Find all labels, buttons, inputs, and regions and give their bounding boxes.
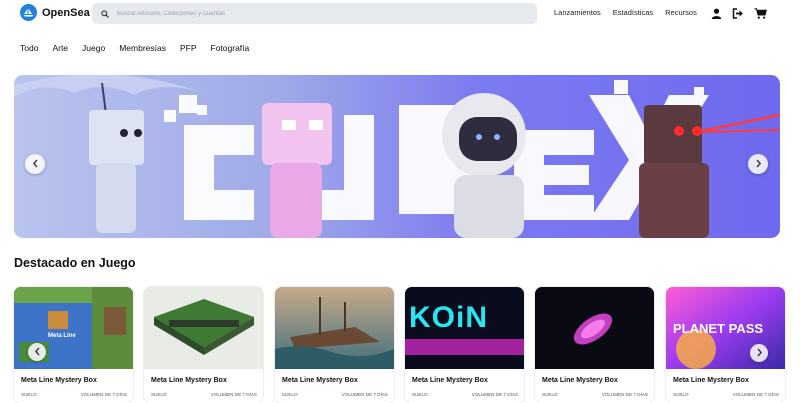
featured-cards: Meta Line Meta Line Mystery Box SUELO VO… xyxy=(14,287,800,403)
chevron-left-icon xyxy=(34,343,41,361)
tab-todo[interactable]: Todo xyxy=(20,43,38,53)
chevron-left-icon xyxy=(32,155,39,173)
card-floor-label: SUELO xyxy=(412,392,428,397)
search-icon xyxy=(101,5,109,23)
tab-pfp[interactable]: PFP xyxy=(180,43,197,53)
nav-links: Lanzamientos Estadísticas Recursos xyxy=(554,8,697,17)
card-title: Meta Line Mystery Box xyxy=(282,377,358,384)
hero-prev-button[interactable] xyxy=(25,154,45,174)
card-volume-label: VOLUMEN DE 7 DÍAS xyxy=(601,392,648,397)
chevron-right-icon xyxy=(755,155,762,173)
card-floor-label: SUELO xyxy=(21,392,37,397)
nav-icons xyxy=(711,6,767,24)
card-floor-label: SUELO xyxy=(151,392,167,397)
card-volume-label: VOLUMEN DE 7 DÍAS xyxy=(210,392,257,397)
card-title: Meta Line Mystery Box xyxy=(21,377,97,384)
nav-link-recursos[interactable]: Recursos xyxy=(665,8,697,17)
card-art-text: KOiN xyxy=(409,301,488,334)
tab-juego[interactable]: Juego xyxy=(82,43,105,53)
opensea-logo[interactable]: OpenSea xyxy=(20,4,90,21)
tab-arte[interactable]: Arte xyxy=(52,43,68,53)
logout-icon[interactable] xyxy=(732,6,744,24)
card-floor-label: SUELO xyxy=(282,392,298,397)
card-volume-label: VOLUMEN DE 7 DÍAS xyxy=(471,392,518,397)
card-image xyxy=(535,287,654,369)
collection-card[interactable]: Meta Line Mystery Box SUELO VOLUMEN DE 7… xyxy=(144,287,263,403)
cards-prev-button[interactable] xyxy=(28,343,46,361)
section-title: Destacado en Juego xyxy=(14,256,136,270)
hero-artwork xyxy=(14,75,780,238)
category-tabs: Todo Arte Juego Membresías PFP Fotografí… xyxy=(20,43,249,53)
hero-next-button[interactable] xyxy=(748,154,768,174)
cards-next-button[interactable] xyxy=(750,344,768,362)
card-floor-label: SUELO xyxy=(542,392,558,397)
top-navbar: OpenSea Lanzamientos Estadísticas Recurs… xyxy=(0,0,800,28)
cart-icon[interactable] xyxy=(754,6,767,24)
collection-card[interactable]: Meta Line Mystery Box SUELO VOLUMEN DE 7… xyxy=(275,287,394,403)
search-bar[interactable] xyxy=(92,3,537,24)
card-image xyxy=(144,287,263,369)
card-art-text: PLANET PASS xyxy=(673,321,764,336)
card-title: Meta Line Mystery Box xyxy=(151,377,227,384)
card-floor-label: SUELO xyxy=(673,392,689,397)
nav-link-lanzamientos[interactable]: Lanzamientos xyxy=(554,8,601,17)
card-volume-label: VOLUMEN DE 7 DÍAS xyxy=(732,392,779,397)
card-image xyxy=(275,287,394,369)
chevron-right-icon xyxy=(756,344,763,362)
logo-text: OpenSea xyxy=(42,6,90,19)
card-art-text: Meta Line xyxy=(48,333,76,339)
collection-card[interactable]: Meta Line Meta Line Mystery Box SUELO VO… xyxy=(14,287,133,403)
collection-card[interactable]: Meta Line Mystery Box SUELO VOLUMEN DE 7… xyxy=(535,287,654,403)
collection-card[interactable]: PLANET PASS Meta Line Mystery Box SUELO … xyxy=(666,287,785,403)
tab-membresias[interactable]: Membresías xyxy=(119,43,166,53)
card-volume-label: VOLUMEN DE 7 DÍAS xyxy=(80,392,127,397)
collection-card[interactable]: KOiN Meta Line Mystery Box SUELO VOLUMEN… xyxy=(405,287,524,403)
card-volume-label: VOLUMEN DE 7 DÍAS xyxy=(341,392,388,397)
card-title: Meta Line Mystery Box xyxy=(542,377,618,384)
tab-fotografia[interactable]: Fotografía xyxy=(211,43,250,53)
opensea-boat-icon xyxy=(20,4,37,21)
card-title: Meta Line Mystery Box xyxy=(412,377,488,384)
search-input[interactable] xyxy=(117,10,517,17)
hero-banner[interactable] xyxy=(14,75,780,238)
card-title: Meta Line Mystery Box xyxy=(673,377,749,384)
nav-link-estadisticas[interactable]: Estadísticas xyxy=(613,8,653,17)
user-icon[interactable] xyxy=(711,6,722,24)
